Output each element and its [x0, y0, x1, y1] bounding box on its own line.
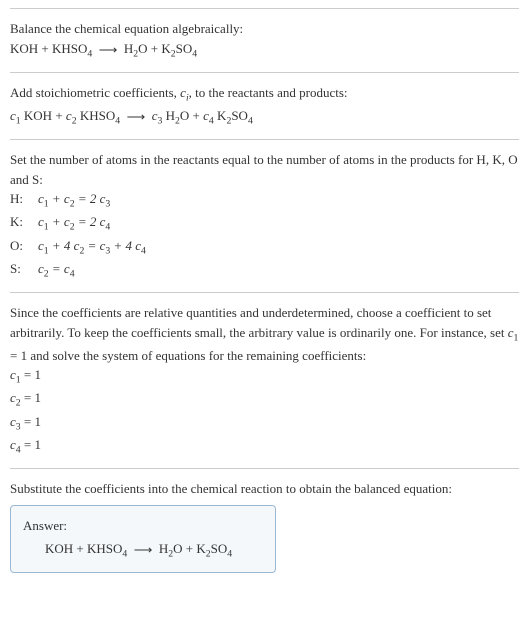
label-h: H: [10, 189, 38, 209]
eq-h2o-ok: O + K [138, 41, 171, 56]
s-c4: = c [49, 261, 70, 276]
s4a: Since the coefficients are relative quan… [10, 305, 508, 340]
section-add-coeffs: Add stoichiometric coefficients, ci, to … [10, 72, 519, 139]
o-c4: + 4 c [110, 238, 141, 253]
section-balance-intro: Balance the chemical equation algebraica… [10, 8, 519, 72]
r3v: = 1 [21, 414, 41, 429]
section-answer: Substitute the coefficients into the che… [10, 468, 519, 583]
t2c: , to the reactants and products: [189, 85, 348, 100]
h-3: 3 [105, 199, 110, 210]
reaction-arrow-icon: ⟶ [127, 107, 146, 127]
row-h: H: c1 + c2 = 2 c3 [10, 189, 519, 212]
koh: KOH + [21, 108, 66, 123]
k2so: SO [231, 108, 248, 123]
eq-s: c2 = c4 [38, 259, 75, 282]
reaction-arrow-icon: ⟶ [134, 540, 153, 560]
ans4b: 4 [227, 549, 232, 560]
label-o: O: [10, 236, 38, 256]
o-4: 4 [141, 245, 146, 256]
eq-lhs: KOH + KHSO [10, 41, 87, 56]
eq-h2o-h: H [124, 41, 133, 56]
s4s: 1 [514, 332, 519, 343]
row-o: O: c1 + 4 c2 = c3 + 4 c4 [10, 236, 519, 259]
sub-4: 4 [87, 48, 92, 59]
section-solve: Since the coefficients are relative quan… [10, 292, 519, 468]
row-s: S: c2 = c4 [10, 259, 519, 282]
eq-h: c1 + c2 = 2 c3 [38, 189, 110, 212]
intro-line1: Balance the chemical equation algebraica… [10, 19, 519, 39]
ans-lhs: KOH + KHSO [45, 541, 122, 556]
khso4: 4 [115, 116, 120, 127]
h-c3: = 2 c [75, 191, 106, 206]
answer-label: Answer: [23, 516, 263, 536]
sub-4b: 4 [192, 48, 197, 59]
label-k: K: [10, 212, 38, 232]
sol-row4: c4 = 1 [10, 435, 519, 458]
answer-equation: KOH + KHSO4 ⟶ H2O + K2SO4 [23, 539, 263, 562]
sol-row2: c2 = 1 [10, 388, 519, 411]
k-4: 4 [105, 222, 110, 233]
answer-text: Substitute the coefficients into the che… [10, 479, 519, 499]
section-atom-balance: Set the number of atoms in the reactants… [10, 139, 519, 292]
reaction-arrow-icon: ⟶ [99, 40, 118, 60]
h-p: + c [49, 191, 70, 206]
answer-box: Answer: KOH + KHSO4 ⟶ H2O + K2SO4 [10, 505, 276, 574]
eq-so: SO [176, 41, 193, 56]
r2v: = 1 [21, 390, 41, 405]
sol-row3: c3 = 1 [10, 412, 519, 435]
r1v: = 1 [21, 367, 41, 382]
atom-balance-text: Set the number of atoms in the reactants… [10, 150, 519, 189]
ans-ok: O + K [173, 541, 206, 556]
solve-text: Since the coefficients are relative quan… [10, 303, 519, 365]
khso: KHSO [77, 108, 116, 123]
ans-h: H [159, 541, 168, 556]
r4v: = 1 [21, 437, 41, 452]
k-c4: = 2 c [75, 214, 106, 229]
o-c2: + 4 c [49, 238, 80, 253]
h2o-o: O + [180, 108, 203, 123]
eq-k: c1 + c2 = 2 c4 [38, 212, 110, 235]
k-c2: + c [49, 214, 70, 229]
k24: 4 [248, 116, 253, 127]
k2k: K [214, 108, 227, 123]
coeff-equation: c1 KOH + c2 KHSO4 ⟶ c3 H2O + c4 K2SO4 [10, 106, 519, 129]
label-s: S: [10, 259, 38, 279]
o-c3: = c [84, 238, 105, 253]
ans4: 4 [122, 549, 127, 560]
h2o-h: H [162, 108, 175, 123]
intro-equation: KOH + KHSO4 ⟶ H2O + K2SO4 [10, 39, 519, 62]
ans-so: SO [211, 541, 228, 556]
t2a: Add stoichiometric coefficients, [10, 85, 180, 100]
s-4: 4 [70, 268, 75, 279]
row-k: K: c1 + c2 = 2 c4 [10, 212, 519, 235]
add-coeffs-text: Add stoichiometric coefficients, ci, to … [10, 83, 519, 106]
eq-o: c1 + 4 c2 = c3 + 4 c4 [38, 236, 146, 259]
s4c: = 1 and solve the system of equations fo… [10, 348, 366, 363]
h-c2i: + c [49, 191, 70, 206]
sol-row1: c1 = 1 [10, 365, 519, 388]
